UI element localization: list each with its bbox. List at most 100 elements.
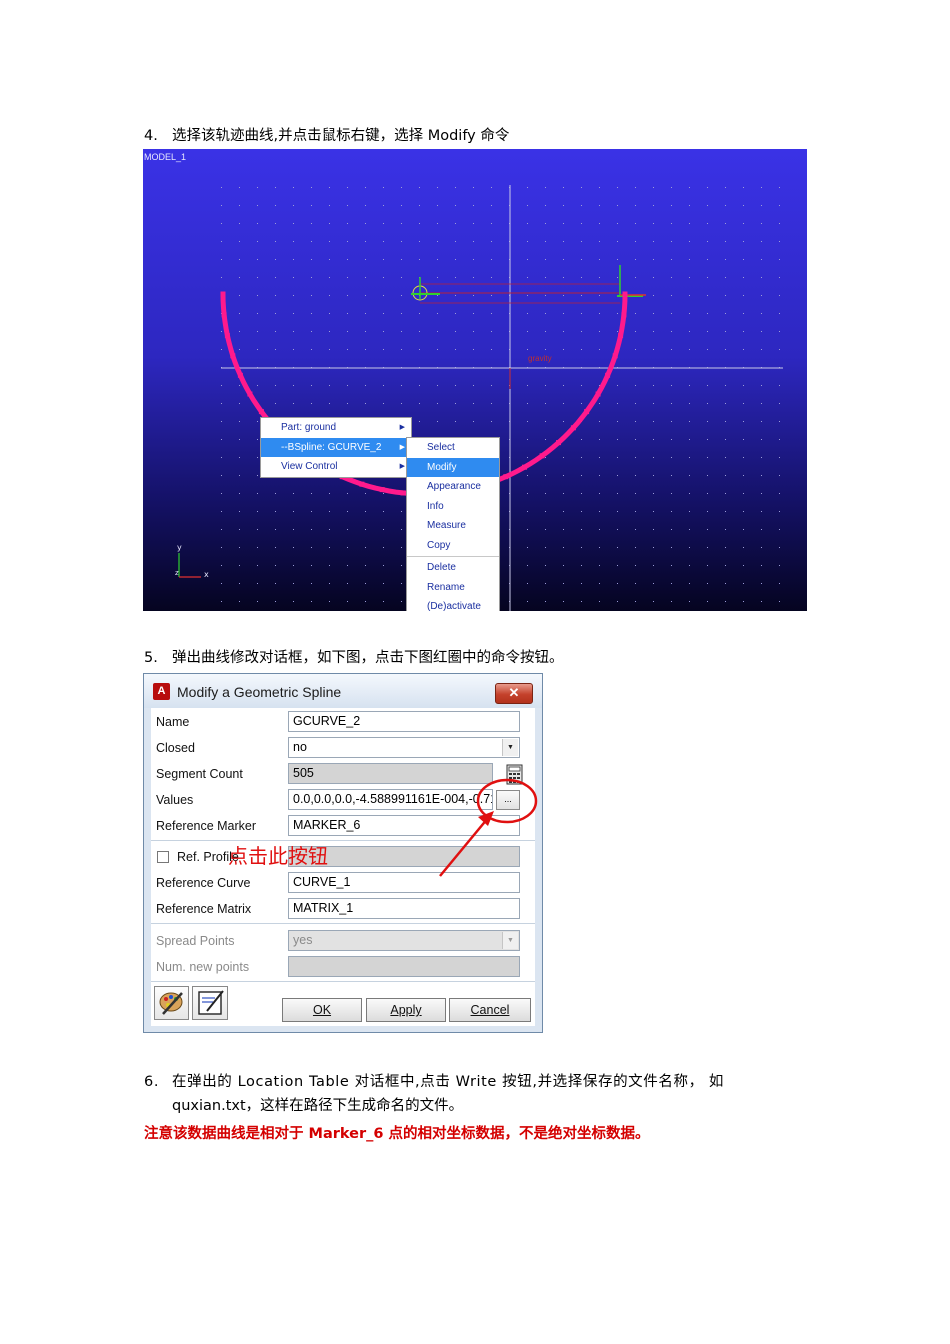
apply-button[interactable]: Apply [366,998,446,1022]
grid-dot [293,187,294,188]
curve-point [221,312,227,318]
grid-dot [239,565,240,566]
grid-dot [761,475,762,476]
grid-dot [707,385,708,386]
grid-dot [671,295,672,296]
grid-dot [653,277,654,278]
grid-dot [671,277,672,278]
grid-dot [581,241,582,242]
grid-dot [365,331,366,332]
submenu-item-copy[interactable]: Copy [407,536,499,556]
chevron-down-icon[interactable]: ▼ [502,739,518,756]
grid-dot [545,601,546,602]
grid-dot [473,205,474,206]
grid-dot [383,403,384,404]
grid-dot [257,439,258,440]
model-viewport[interactable]: gravity y x z MODEL_1 Part: ground ▶ --BS… [143,149,807,611]
grid-dot [293,241,294,242]
closed-select[interactable]: no ▼ [288,737,520,758]
reference-curve-field[interactable]: CURVE_1 [288,872,520,893]
modify-spline-dialog: A Modify a Geometric Spline ✕ Name GCURV… [143,673,543,1033]
grid-dot [671,349,672,350]
grid-dot [653,223,654,224]
reference-matrix-field[interactable]: MATRIX_1 [288,898,520,919]
grid-dot [743,331,744,332]
grid-dot [581,349,582,350]
grid-dot [347,403,348,404]
row-reference-curve: Reference Curve CURVE_1 [151,870,535,896]
grid-dot [257,349,258,350]
appearance-tool-button[interactable] [154,986,189,1020]
close-button[interactable]: ✕ [495,683,533,704]
calculator-icon[interactable] [506,764,523,785]
grid-dot [635,565,636,566]
grid-dot [707,187,708,188]
grid-dot [689,277,690,278]
grid-dot [563,259,564,260]
grid-dot [221,457,222,458]
dialog-titlebar[interactable]: A Modify a Geometric Spline ✕ [144,674,542,708]
grid-dot [239,529,240,530]
grid-dot [347,493,348,494]
grid-dot [401,349,402,350]
grid-dot [599,259,600,260]
grid-dot [599,421,600,422]
submenu-item-deactivate[interactable]: (De)activate [407,597,499,611]
submenu-item-modify[interactable]: Modify [407,457,499,477]
grid-dot [257,475,258,476]
comment-tool-button[interactable] [192,986,228,1020]
grid-dot [383,385,384,386]
grid-dot [221,349,222,350]
submenu-item-delete[interactable]: Delete [407,558,499,578]
grid-dot [689,601,690,602]
grid-dot [545,223,546,224]
grid-dot [635,277,636,278]
grid-dot [401,565,402,566]
values-browse-button[interactable]: ... [496,790,520,810]
menu-item-view-control[interactable]: View Control ▶ [261,457,411,477]
grid-dot [779,565,780,566]
grid-dot [725,601,726,602]
grid-dot [635,313,636,314]
ref-profile-checkbox[interactable] [157,851,169,863]
submenu-item-select[interactable]: Select [407,438,499,458]
grid-dot [563,547,564,548]
grid-dot [383,529,384,530]
grid-dot [725,277,726,278]
grid-dot [527,475,528,476]
values-field[interactable]: 0.0,0.0,0.0,-4.588991161E-004,-0.71 [288,789,493,810]
grid-dot [635,601,636,602]
grid-dot [329,511,330,512]
submenu-item-appearance[interactable]: Appearance [407,477,499,497]
submenu-item-rename[interactable]: Rename [407,578,499,598]
reference-marker-field[interactable]: MARKER_6 [288,815,520,836]
grid-dot [653,331,654,332]
spread-points-label: Spread Points [156,934,235,948]
grid-dot [311,547,312,548]
grid-dot [707,313,708,314]
grid-dot [635,583,636,584]
grid-dot [617,385,618,386]
grid-dot [545,313,546,314]
grid-dot [455,259,456,260]
menu-item-bspline[interactable]: --BSpline: GCURVE_2 ▶ [261,437,411,457]
grid-dot [743,565,744,566]
ok-button[interactable]: OK [282,998,362,1022]
grid-dot [599,583,600,584]
grid-dot [383,583,384,584]
grid-dot [725,565,726,566]
grid-dot [725,187,726,188]
grid-dot [455,349,456,350]
grid-dot [383,601,384,602]
menu-item-part-ground[interactable]: Part: ground ▶ [261,418,411,438]
submenu-item-info[interactable]: Info [407,497,499,517]
grid-dot [725,421,726,422]
cancel-button[interactable]: Cancel [449,998,531,1022]
submenu-item-measure[interactable]: Measure [407,516,499,536]
grid-dot [491,259,492,260]
name-field[interactable]: GCURVE_2 [288,711,520,732]
curve-point [622,291,628,297]
grid-dot [221,241,222,242]
grid-dot [329,259,330,260]
grid-dot [653,475,654,476]
